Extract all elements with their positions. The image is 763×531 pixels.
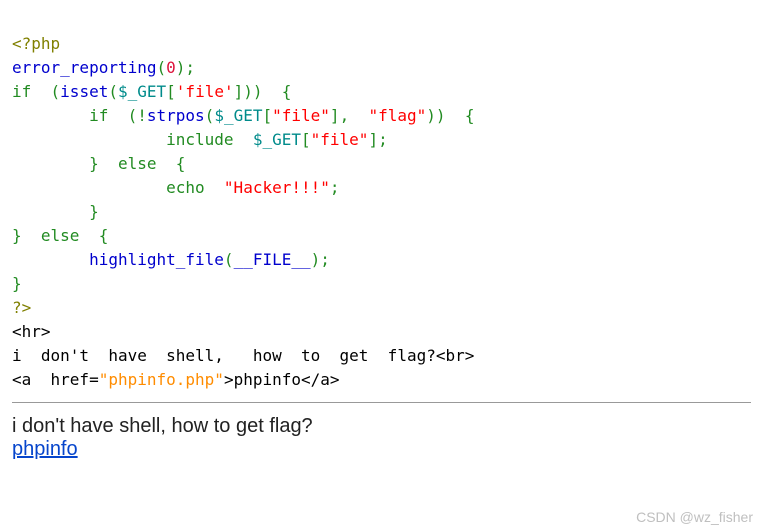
comma: , <box>340 106 350 125</box>
html-a-text: phpinfo <box>234 370 301 389</box>
php-source-code: <?php error_reporting(0); if (isset($_GE… <box>12 8 751 392</box>
paren-open: ( <box>205 106 215 125</box>
html-br-tag: <br> <box>436 346 475 365</box>
brace-open: { <box>99 226 109 245</box>
php-close-tag: ?> <box>12 298 31 317</box>
paren-close: ) <box>176 58 186 77</box>
brace-open: { <box>465 106 475 125</box>
paren-open: ( <box>108 82 118 101</box>
brace-close: } <box>89 154 99 173</box>
kw-echo: echo <box>166 178 205 197</box>
bracket-open: [ <box>262 106 272 125</box>
paren-close: ) <box>311 250 321 269</box>
horizontal-rule <box>12 402 751 403</box>
num-zero: 0 <box>166 58 176 77</box>
bracket-open: [ <box>166 82 176 101</box>
fn-error-reporting: error_reporting <box>12 58 157 77</box>
paren-open: ( <box>224 250 234 269</box>
paren-close: ) <box>436 106 446 125</box>
phpinfo-link[interactable]: phpinfo <box>12 438 78 460</box>
html-href-value: "phpinfo.php" <box>99 370 224 389</box>
brace-open: { <box>176 154 186 173</box>
bracket-open: [ <box>301 130 311 149</box>
question-text: i don't have shell, how to get flag? <box>12 415 751 438</box>
kw-if: if <box>89 106 108 125</box>
html-a-open-end: > <box>224 370 234 389</box>
str-hacker: "Hacker!!!" <box>224 178 330 197</box>
html-a-open: <a href= <box>12 370 99 389</box>
brace-close: } <box>12 226 22 245</box>
op-not: ! <box>137 106 147 125</box>
semicolon: ; <box>378 130 388 149</box>
watermark-text: CSDN @wz_fisher <box>636 509 753 525</box>
semicolon: ; <box>330 178 340 197</box>
bracket-close: ] <box>234 82 244 101</box>
var-get: $_GET <box>214 106 262 125</box>
brace-open: { <box>282 82 292 101</box>
bracket-close: ] <box>368 130 378 149</box>
paren-close: ) <box>253 82 263 101</box>
rendered-output: i don't have shell, how to get flag? php… <box>12 415 751 461</box>
html-hr-tag: <hr> <box>12 322 51 341</box>
brace-close: } <box>12 274 22 293</box>
kw-else: else <box>118 154 157 173</box>
bracket-close: ] <box>330 106 340 125</box>
paren-open: ( <box>157 58 167 77</box>
str-file-single: 'file' <box>176 82 234 101</box>
html-text-line: i don't have shell, how to get flag? <box>12 346 436 365</box>
str-file-double: "file" <box>311 130 369 149</box>
kw-else: else <box>41 226 80 245</box>
fn-strpos: strpos <box>147 106 205 125</box>
kw-if: if <box>12 82 31 101</box>
kw-include: include <box>166 130 233 149</box>
fn-highlight-file: highlight_file <box>89 250 224 269</box>
paren-open: ( <box>128 106 138 125</box>
var-get: $_GET <box>253 130 301 149</box>
brace-close: } <box>89 202 99 221</box>
str-flag: "flag" <box>368 106 426 125</box>
var-get: $_GET <box>118 82 166 101</box>
paren-close: ) <box>426 106 436 125</box>
paren-close: ) <box>243 82 253 101</box>
semicolon: ; <box>320 250 330 269</box>
html-a-close: </a> <box>301 370 340 389</box>
paren-open: ( <box>51 82 61 101</box>
php-open-tag: <?php <box>12 34 60 53</box>
str-file-double: "file" <box>272 106 330 125</box>
const-file: __FILE__ <box>234 250 311 269</box>
fn-isset: isset <box>60 82 108 101</box>
semicolon: ; <box>185 58 195 77</box>
